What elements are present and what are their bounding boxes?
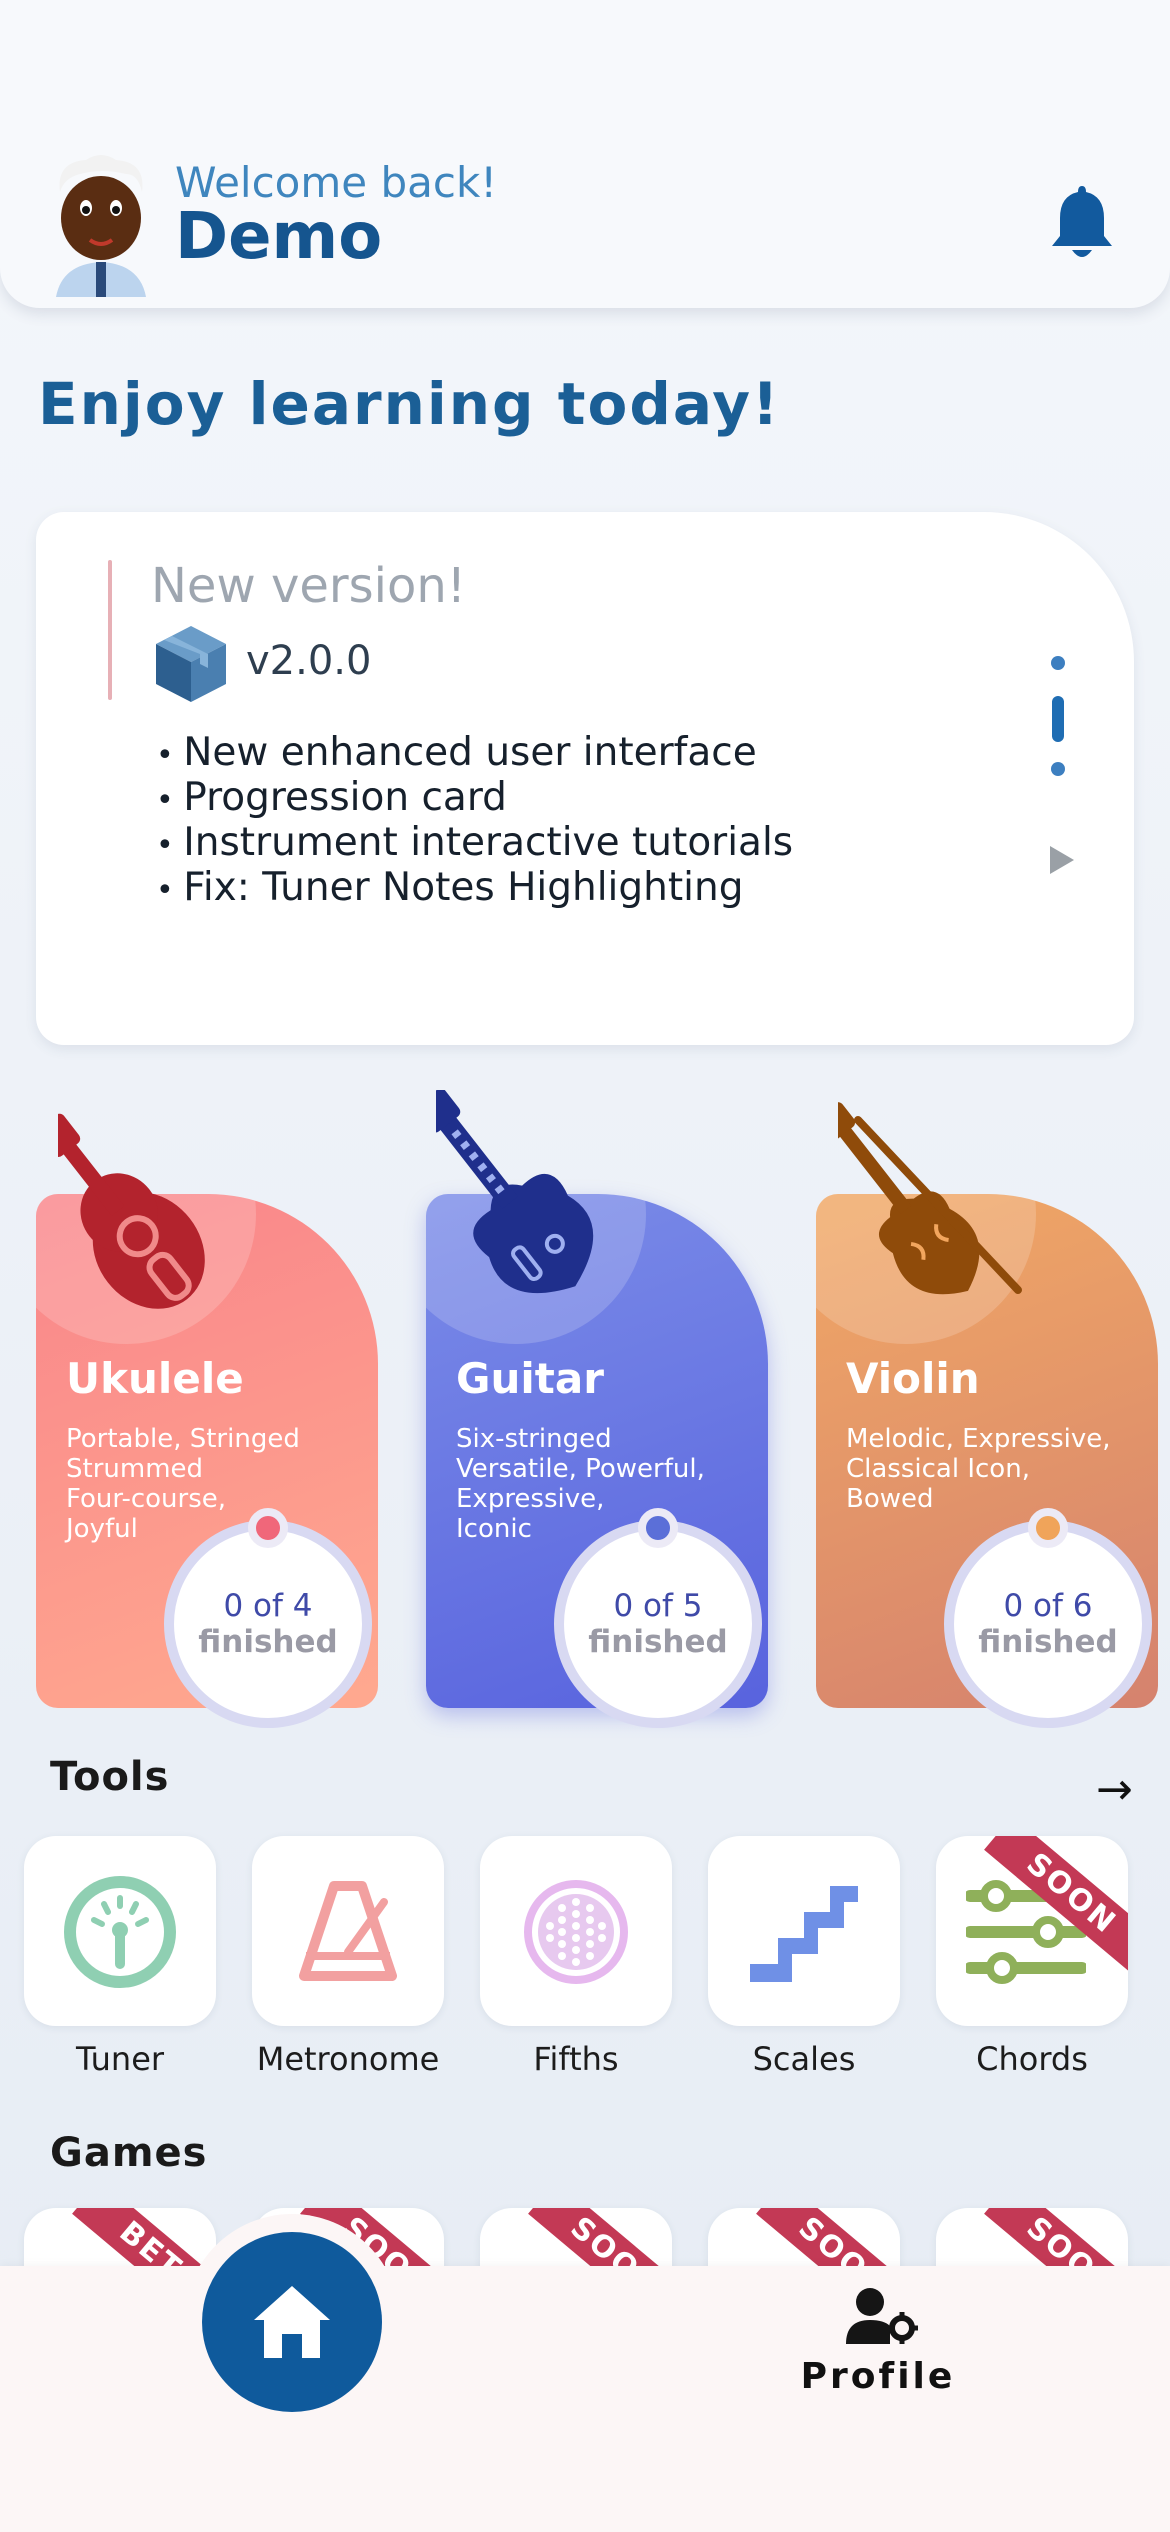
ukulele-icon (58, 1113, 205, 1309)
progress-knob (248, 1508, 288, 1548)
circle-of-fifths-icon (524, 1880, 628, 1984)
instrument-name: Violin (846, 1354, 980, 1403)
profile-nav-label[interactable]: Profile (798, 2356, 958, 2397)
news-item: New enhanced user interface (156, 732, 793, 777)
tool-scales[interactable] (708, 1836, 900, 2026)
username: Demo (175, 200, 383, 274)
news-accent-bar (108, 560, 112, 700)
instrument-description: Six-stringed Versatile, Powerful, Expres… (456, 1424, 705, 1544)
news-card[interactable]: New version! v2.0.0 New enhanced user in… (36, 512, 1134, 1045)
gauge-icon (64, 1876, 176, 1988)
play-icon[interactable] (1050, 846, 1074, 874)
pager-dot[interactable] (1051, 656, 1065, 670)
package-icon (156, 626, 226, 702)
metronome-icon (299, 1881, 397, 1981)
guitar-icon (436, 1090, 594, 1294)
pager-dot-active[interactable] (1052, 696, 1064, 742)
progress-count: 0 of 6 (1003, 1588, 1093, 1624)
greeting-title: Enjoy learning today! (38, 370, 781, 438)
instrument-name: Ukulele (66, 1354, 244, 1403)
progress-ring: 0 of 6 finished (944, 1520, 1152, 1728)
violin-icon (838, 1102, 1022, 1295)
instrument-name: Guitar (456, 1354, 604, 1403)
tool-metronome[interactable] (252, 1836, 444, 2026)
progress-knob (1028, 1508, 1068, 1548)
user-settings-icon[interactable] (846, 2286, 920, 2346)
progress-label: finished (198, 1624, 338, 1660)
tool-label: Tuner (75, 2040, 165, 2078)
tool-chords[interactable]: SOON (936, 1836, 1128, 2026)
home-icon (254, 2286, 330, 2358)
tool-label: Metronome (256, 2040, 440, 2078)
progress-count: 0 of 5 (613, 1588, 703, 1624)
instrument-description: Portable, Stringed Strummed Four-course,… (66, 1424, 300, 1544)
progress-count: 0 of 4 (223, 1588, 313, 1624)
news-list: New enhanced user interface Progression … (156, 732, 793, 912)
news-item: Fix: Tuner Notes Highlighting (156, 867, 793, 912)
instrument-description: Melodic, Expressive, Classical Icon, Bow… (846, 1424, 1111, 1514)
home-button[interactable] (202, 2232, 382, 2412)
tool-fifths[interactable] (480, 1836, 672, 2026)
stairs-icon (750, 1886, 858, 1982)
news-item: Instrument interactive tutorials (156, 822, 793, 867)
progress-label: finished (978, 1624, 1118, 1660)
bottom-nav (0, 2266, 1170, 2532)
news-item: Progression card (156, 777, 793, 822)
pager-dot[interactable] (1051, 762, 1065, 776)
progress-label: finished (588, 1624, 728, 1660)
progress-ring: 0 of 4 finished (164, 1520, 372, 1728)
bell-icon[interactable] (1046, 182, 1118, 262)
tool-label: Scales (752, 2040, 856, 2078)
tool-label: Chords (976, 2040, 1088, 2078)
games-section-title: Games (50, 2130, 208, 2176)
progress-knob (638, 1508, 678, 1548)
avatar[interactable] (46, 152, 156, 297)
arrow-right-icon[interactable]: → (1096, 1764, 1133, 1815)
progress-ring: 0 of 5 finished (554, 1520, 762, 1728)
news-version: v2.0.0 (246, 638, 372, 684)
news-title: New version! (151, 558, 466, 614)
tools-section-title: Tools (50, 1754, 170, 1800)
tool-label: Fifths (533, 2040, 619, 2078)
tool-tuner[interactable] (24, 1836, 216, 2026)
